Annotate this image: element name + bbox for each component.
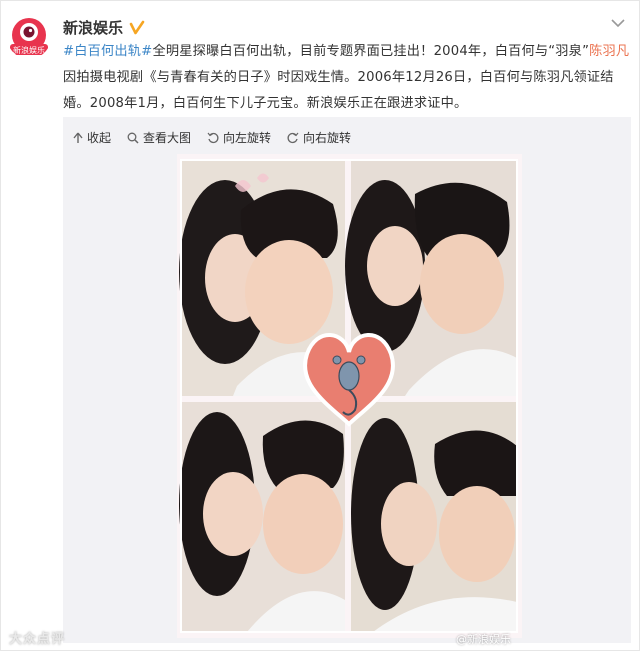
arrow-up-icon	[73, 132, 83, 143]
view-large-label: 查看大图	[143, 131, 192, 145]
photo-panel-bottom-left	[179, 402, 345, 632]
rotate-left-label: 向左旋转	[223, 131, 272, 145]
mention-link[interactable]: 陈羽凡	[589, 44, 629, 59]
watermark-left: 大众点评	[9, 632, 66, 647]
avatar[interactable]: 新浪娱乐	[7, 15, 51, 59]
post-body: #白百何出轨#全明星探曝白百何出轨，目前专题界面已挂出！2004年，白百何与“羽…	[63, 39, 633, 117]
verified-icon	[129, 20, 145, 36]
image-toolbar: 收起 查看大图 向左旋转 向右旋转	[73, 129, 351, 146]
collapse-label: 收起	[87, 131, 112, 145]
photo-panel-bottom-right	[351, 402, 517, 632]
rotate-right-icon	[287, 132, 299, 143]
rotate-right-label: 向右旋转	[303, 131, 352, 145]
avatar-label: 新浪娱乐	[13, 45, 45, 55]
collapse-button[interactable]: 收起	[73, 129, 111, 146]
post-text-part-1: 全明星探曝白百何出轨，目前专题界面已挂出！2004年，白百何与“羽泉”	[152, 44, 590, 59]
rotate-right-button[interactable]: 向右旋转	[287, 129, 351, 146]
author-header: 新浪娱乐	[63, 17, 145, 38]
chevron-down-icon[interactable]	[609, 15, 627, 29]
post-text-part-2: 因拍摄电视剧《与青春有关的日子》时因戏生情。2006年12月26日，白百何与陈羽…	[63, 70, 614, 111]
magnifier-icon	[127, 132, 139, 144]
watermark-right: @新浪娱乐	[456, 633, 511, 646]
rotate-left-icon	[207, 132, 219, 143]
author-name[interactable]: 新浪娱乐	[63, 17, 123, 38]
view-large-button[interactable]: 查看大图	[127, 129, 191, 146]
rotate-left-button[interactable]: 向左旋转	[207, 129, 271, 146]
post-photo-collage[interactable]	[177, 154, 522, 638]
weibo-post-card: 新浪娱乐 新浪娱乐 #白百何出轨#全明星探曝白百何出轨，目前专题界面已挂出！20…	[0, 0, 640, 651]
hashtag-link[interactable]: #白百何出轨#	[63, 44, 152, 59]
